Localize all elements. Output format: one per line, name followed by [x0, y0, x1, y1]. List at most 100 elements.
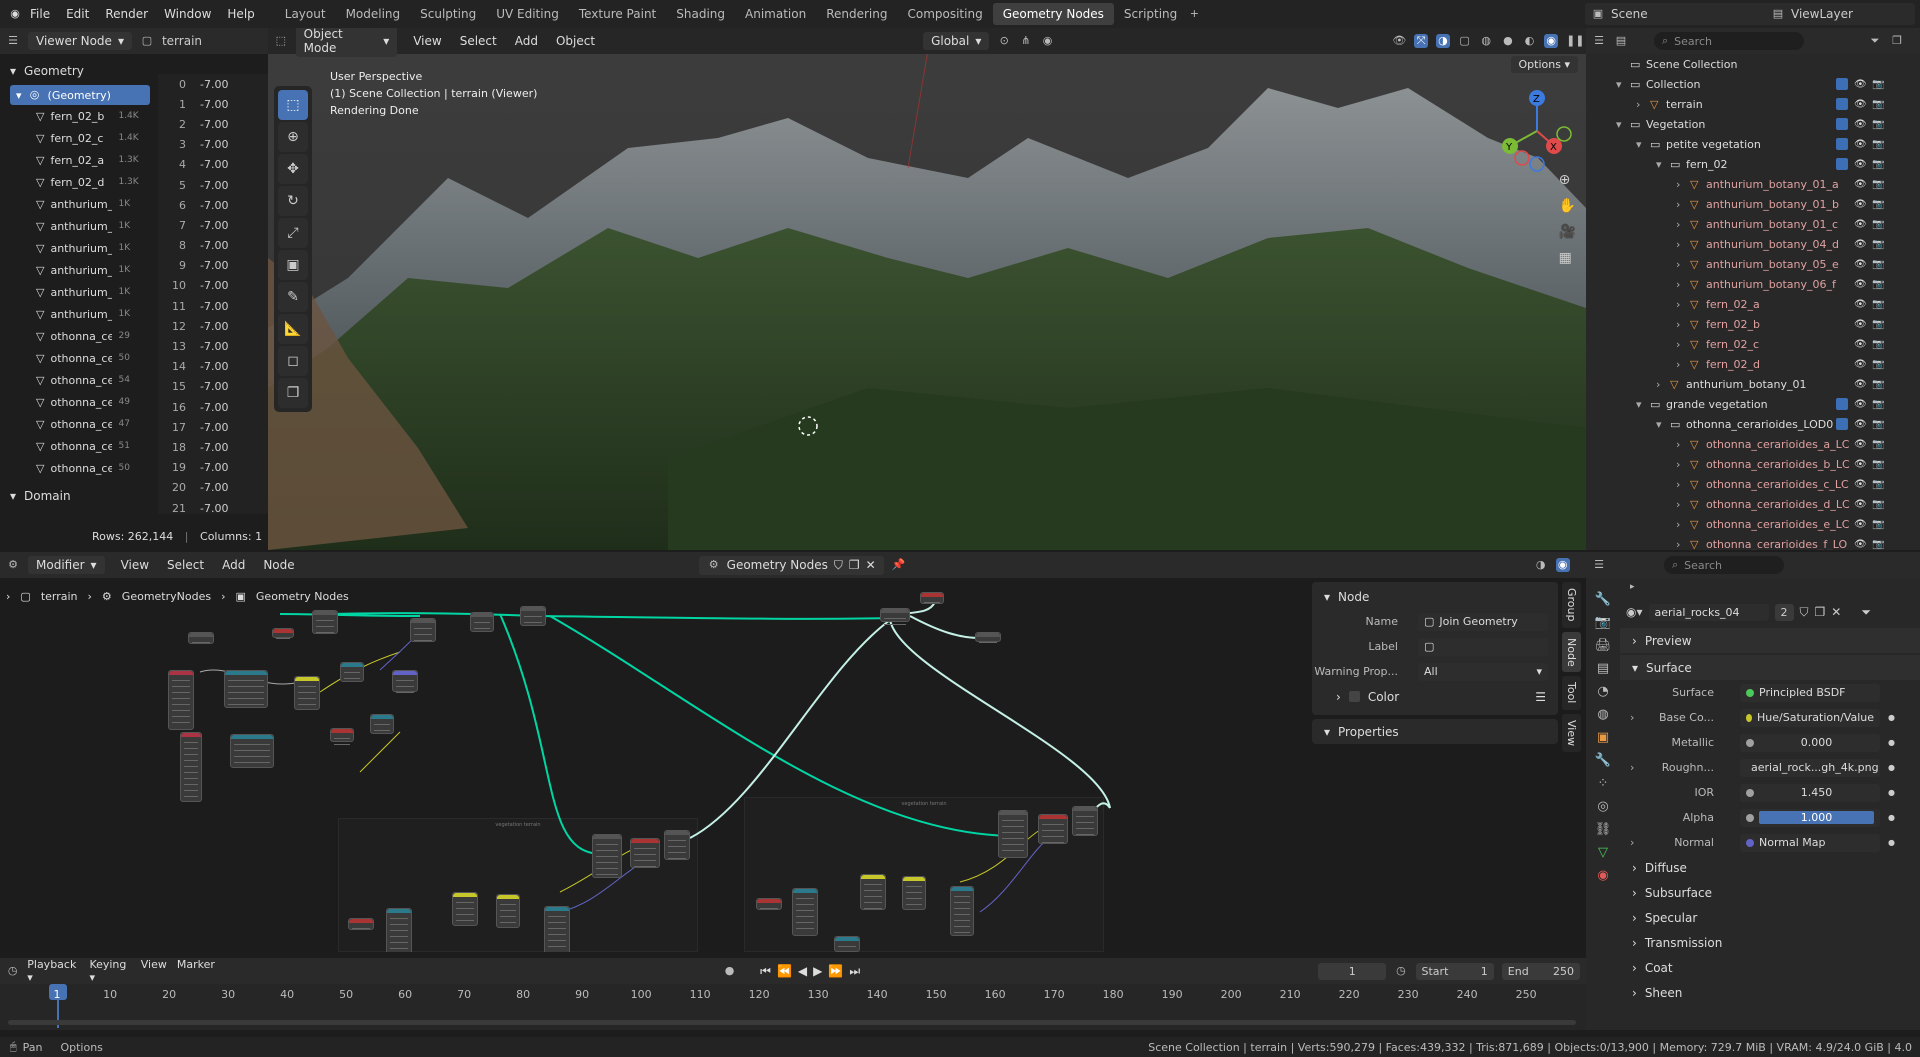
add-cube-tool-icon[interactable]: ◻ [278, 346, 308, 376]
node[interactable] [168, 670, 194, 730]
node[interactable] [860, 874, 886, 910]
auto-key-icon[interactable]: ● [723, 964, 736, 978]
node-panel-header[interactable]: ▾ Node [1312, 584, 1558, 609]
node[interactable] [386, 908, 412, 952]
render-tab-icon[interactable]: 📷 [1595, 615, 1611, 630]
play-icon[interactable]: ▶ [813, 964, 822, 979]
property-value[interactable]: aerial_rock...gh_4k.png [1740, 758, 1880, 777]
tab-animation[interactable]: Animation [735, 3, 816, 25]
keyframe-dot-icon[interactable]: ● [1888, 838, 1895, 847]
list-item[interactable]: ▽ anthurium_b 1K [0, 215, 158, 237]
node[interactable] [470, 612, 494, 632]
node[interactable] [452, 892, 478, 926]
eye-icon[interactable]: 👁 [1854, 159, 1867, 170]
outliner-row[interactable]: › ▽ anthurium_botany_01 👁 📷 [1616, 374, 1920, 394]
shading-rendered-icon[interactable]: ◉ [1544, 34, 1559, 48]
node[interactable] [330, 728, 354, 745]
eye-icon[interactable]: 👁 [1854, 359, 1867, 370]
render-camera-icon[interactable]: 📷 [1872, 519, 1884, 530]
list-item[interactable]: ▽ fern_02_d 1.3K [0, 171, 158, 193]
menu-window[interactable]: Window [156, 7, 219, 21]
overlay-icon[interactable]: ◑ [1436, 34, 1450, 48]
shading-wire-icon[interactable]: ◍ [1479, 34, 1493, 48]
list-item[interactable]: ▽ fern_02_a 1.3K [0, 149, 158, 171]
section-transmission[interactable]: › Transmission [1620, 930, 1920, 955]
exclude-checkbox[interactable] [1836, 118, 1848, 130]
current-frame-field[interactable]: 1 [1318, 962, 1387, 980]
move-tool-icon[interactable]: ✥ [278, 154, 308, 184]
add-workspace-icon[interactable]: + [1187, 7, 1201, 21]
eye-icon[interactable]: 👁 [1854, 459, 1867, 470]
duplicate-material-icon[interactable]: ❐ [1815, 605, 1826, 619]
snap-icon[interactable]: ⋔ [1019, 34, 1033, 48]
node[interactable] [180, 732, 202, 802]
viewport-3d[interactable]: ⬚ Object Mode ▾ View Select Add Object Globa… [268, 28, 1586, 550]
eye-icon[interactable]: 👁 [1854, 99, 1867, 110]
sidebar-tab-view[interactable]: View [1562, 713, 1581, 752]
node-editor[interactable]: ⚙ Modifier ▾ View Select Add Node ⚙ Geometry … [0, 552, 1586, 952]
expand-arrow-icon[interactable]: ▾ [1656, 158, 1670, 171]
eye-icon[interactable]: 👁 [1854, 299, 1867, 310]
outliner-row[interactable]: › ▽ othonna_cerarioides_b_LC 👁 📷 [1616, 454, 1920, 474]
outliner-row[interactable]: ▾ ▭ petite vegetation 👁 📷 [1616, 134, 1920, 154]
list-item[interactable]: ▽ othonna_cer 54 [0, 369, 158, 391]
sidebar-tab-group[interactable]: Group [1562, 582, 1581, 628]
timeline-menu-keying[interactable]: Keying ▾ [89, 958, 130, 984]
navigation-gizmo[interactable]: Z Y X [1492, 86, 1582, 176]
pan-hand-icon[interactable]: ✋ [1559, 198, 1576, 214]
expand-arrow-icon[interactable]: › [1676, 278, 1690, 291]
keyframe-dot-icon[interactable]: ● [1888, 713, 1895, 722]
render-camera-icon[interactable]: 📷 [1872, 239, 1884, 250]
property-value[interactable]: 1.000 [1740, 808, 1880, 827]
node[interactable] [392, 670, 418, 693]
list-icon[interactable]: ☰ [1535, 690, 1546, 704]
filter-icon[interactable]: ⏷ [1861, 605, 1871, 620]
node[interactable] [188, 632, 214, 644]
eye-icon[interactable]: 👁 [1854, 79, 1867, 90]
timeline-menu-view[interactable]: View [141, 958, 167, 984]
node-overlay-icon[interactable]: ◑ [1534, 558, 1548, 572]
node[interactable] [630, 838, 660, 868]
list-item[interactable]: ▽ anthurium_b 1K [0, 303, 158, 325]
render-camera-icon[interactable]: 📷 [1872, 359, 1884, 370]
proportional-edit-icon[interactable]: ◉ [1041, 34, 1055, 48]
outliner-row[interactable]: › ▽ anthurium_botany_01_a 👁 📷 [1616, 174, 1920, 194]
timeline-menu-marker[interactable]: Marker [177, 958, 215, 984]
outliner-row[interactable]: › ▽ anthurium_botany_01_b 👁 📷 [1616, 194, 1920, 214]
eye-icon[interactable]: 👁 [1854, 419, 1867, 430]
start-frame-field[interactable]: Start 1 [1415, 962, 1494, 980]
exclude-checkbox[interactable] [1836, 418, 1848, 430]
material-users[interactable]: 2 [1774, 603, 1794, 621]
render-camera-icon[interactable]: 📷 [1872, 499, 1884, 510]
render-camera-icon[interactable]: 📷 [1872, 99, 1884, 110]
eye-icon[interactable]: 👁 [1854, 139, 1867, 150]
menu-edit[interactable]: Edit [58, 7, 97, 21]
node[interactable] [348, 918, 374, 930]
color-row[interactable]: › Color ☰ [1312, 684, 1558, 709]
eye-icon[interactable]: 👁 [1854, 279, 1867, 290]
outliner-row[interactable]: ▾ ▭ othonna_cerarioides_LOD0 👁 📷 [1616, 414, 1920, 434]
expand-arrow-icon[interactable]: › [1656, 378, 1670, 391]
visibility-icon[interactable]: 👁 [1392, 34, 1406, 48]
viewport-options-button[interactable]: Options ▾ [1510, 56, 1578, 73]
property-value[interactable]: Principled BSDF [1740, 683, 1880, 702]
node[interactable] [664, 830, 690, 860]
eye-icon[interactable]: 👁 [1854, 439, 1867, 450]
expand-arrow-icon[interactable]: › [1676, 238, 1690, 251]
expand-arrow-icon[interactable]: › [1676, 538, 1690, 551]
tab-rendering[interactable]: Rendering [816, 3, 897, 25]
list-item[interactable]: ▽ anthurium_b 1K [0, 237, 158, 259]
geometry-section[interactable]: ▾ Geometry [0, 58, 158, 83]
expand-arrow-icon[interactable]: › [1676, 498, 1690, 511]
eye-icon[interactable]: 👁 [1854, 319, 1867, 330]
play-reverse-icon[interactable]: ◀ [798, 964, 807, 979]
eye-icon[interactable]: 👁 [1854, 379, 1867, 390]
geometry-root[interactable]: ▾ ◎ (Geometry) [10, 85, 150, 105]
viewport-menu-add[interactable]: Add [515, 34, 538, 48]
section-specular[interactable]: › Specular [1620, 905, 1920, 930]
property-value[interactable]: Normal Map [1740, 833, 1880, 852]
annotate-tool-icon[interactable]: ✎ [278, 282, 308, 312]
render-camera-icon[interactable]: 📷 [1872, 319, 1884, 330]
preview-section[interactable]: › Preview [1620, 628, 1920, 653]
node[interactable] [520, 606, 546, 626]
